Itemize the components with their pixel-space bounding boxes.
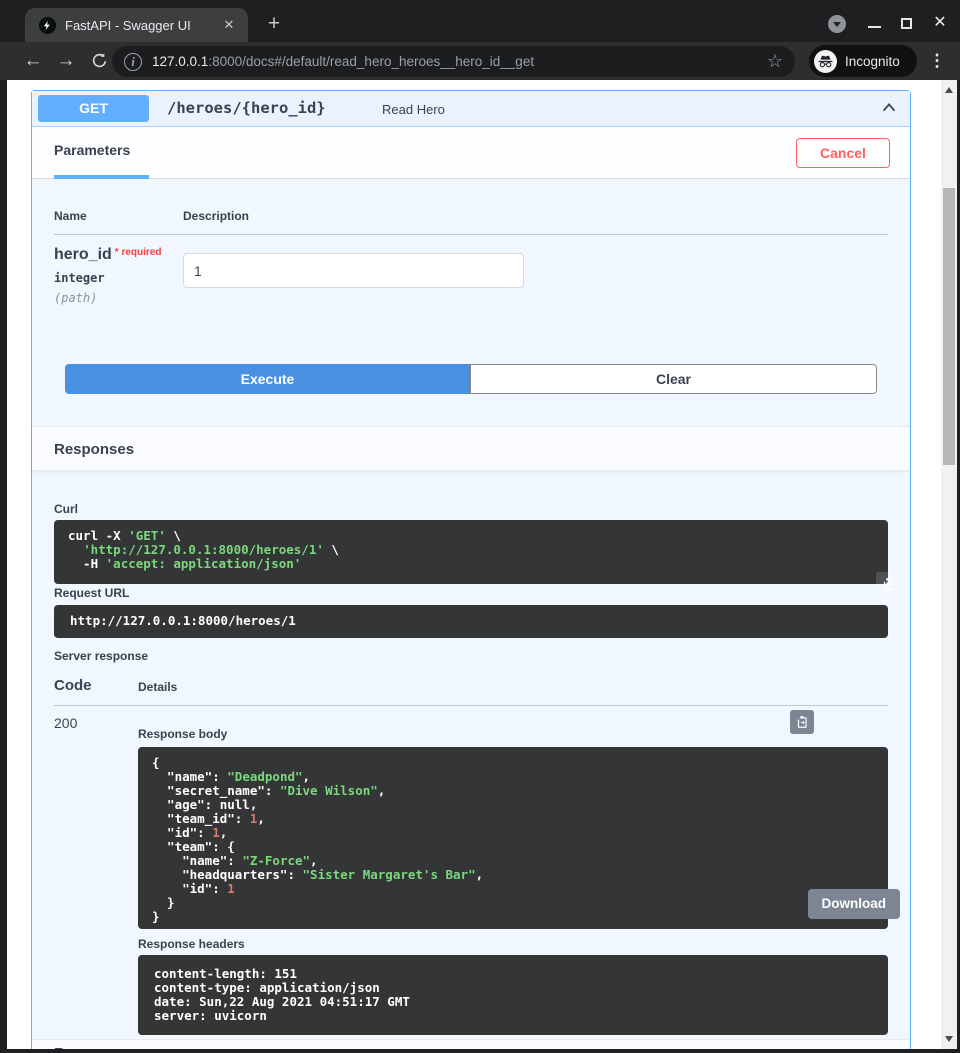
copy-response-button[interactable] <box>790 710 814 734</box>
scrollbar-thumb[interactable] <box>943 188 955 465</box>
execute-button[interactable]: Execute <box>65 364 470 394</box>
browser-tab[interactable]: FastAPI - Swagger UI ✕ <box>25 8 248 42</box>
code-column-header: Code <box>54 677 92 694</box>
tab-parameters[interactable]: Parameters <box>54 142 130 158</box>
required-flag: * required <box>115 247 162 258</box>
details-column-header: Details <box>138 680 177 694</box>
url-path: :8000/docs#/default/read_hero_heroes__he… <box>208 54 534 69</box>
url-text: 127.0.0.1:8000/docs#/default/read_hero_h… <box>152 54 759 69</box>
scroll-up-arrow-icon[interactable] <box>945 87 953 93</box>
responses-section-header: Responses <box>32 426 910 471</box>
request-url-label: Request URL <box>54 586 129 600</box>
curl-label: Curl <box>54 502 78 516</box>
responses-body: Curl curl -X 'GET' \ 'http://127.0.0.1:8… <box>32 471 910 1039</box>
http-method-badge: GET <box>38 95 149 122</box>
param-name-header: Name <box>54 209 87 223</box>
server-response-label: Server response <box>54 649 148 663</box>
forward-button[interactable]: → <box>53 48 79 74</box>
download-button[interactable]: Download <box>808 889 901 919</box>
response-body-label: Response body <box>138 727 227 741</box>
endpoint-summary: Read Hero <box>382 102 445 117</box>
collapse-chevron-icon[interactable] <box>880 99 898 122</box>
divider <box>54 234 888 235</box>
parameters-tab-row: Parameters Cancel <box>32 127 910 179</box>
minimize-button[interactable] <box>868 26 881 28</box>
tab-search-icon[interactable] <box>828 15 846 33</box>
response-table-header: Code Details <box>54 677 888 706</box>
fastapi-favicon-icon <box>39 17 56 34</box>
clear-button[interactable]: Clear <box>470 364 877 394</box>
param-description-header: Description <box>183 209 249 223</box>
bookmark-star-icon[interactable]: ☆ <box>767 51 783 72</box>
response-body-block: { "name": "Deadpond", "secret_name": "Di… <box>138 747 888 929</box>
curl-code-block: curl -X 'GET' \ 'http://127.0.0.1:8000/h… <box>54 520 888 584</box>
maximize-button[interactable] <box>901 18 912 29</box>
chevron-down-icon <box>833 22 841 27</box>
window-close-button[interactable]: ✕ <box>930 13 950 33</box>
browser-toolbar: ← → i 127.0.0.1:8000/docs#/default/read_… <box>0 42 960 80</box>
tab-close-icon[interactable]: ✕ <box>220 17 238 33</box>
page-info-icon[interactable]: i <box>124 53 142 71</box>
request-url-block: http://127.0.0.1:8000/heroes/1 <box>54 605 888 638</box>
param-location: (path) <box>54 291 97 305</box>
copy-curl-button[interactable] <box>876 572 900 596</box>
param-name: hero_id* required <box>54 246 161 264</box>
tab-strip: FastAPI - Swagger UI ✕ + ✕ <box>0 0 960 42</box>
new-tab-button[interactable]: + <box>260 10 288 38</box>
documented-responses-header: Responses <box>32 1039 910 1049</box>
responses-heading: Responses <box>54 441 134 458</box>
vertical-scrollbar[interactable] <box>941 80 957 1049</box>
scroll-down-arrow-icon[interactable] <box>945 1036 953 1042</box>
page-viewport: GET /heroes/{hero_id} Read Hero Paramete… <box>7 80 941 1049</box>
response-headers-block: content-length: 151content-type: applica… <box>138 955 888 1035</box>
endpoint-path: /heroes/{hero_id} <box>167 99 326 117</box>
browser-window: FastAPI - Swagger UI ✕ + ✕ ← → i 127.0.0… <box>0 0 960 1053</box>
response-headers-label: Response headers <box>138 937 245 951</box>
incognito-badge: Incognito <box>809 45 917 77</box>
incognito-label: Incognito <box>845 54 900 69</box>
back-button[interactable]: ← <box>20 48 46 74</box>
tab-title: FastAPI - Swagger UI <box>65 18 220 33</box>
param-type: integer <box>54 271 105 285</box>
documented-responses-heading: Responses <box>54 1045 134 1049</box>
opblock-summary[interactable]: GET /heroes/{hero_id} Read Hero <box>32 91 910 127</box>
cancel-button[interactable]: Cancel <box>796 138 890 168</box>
opblock-get-hero: GET /heroes/{hero_id} Read Hero Paramete… <box>31 90 911 1049</box>
execute-row: Execute Clear <box>65 364 877 394</box>
hero-id-input[interactable] <box>183 253 524 288</box>
incognito-icon <box>814 50 837 73</box>
reload-button[interactable] <box>86 48 112 74</box>
url-bar[interactable]: i 127.0.0.1:8000/docs#/default/read_hero… <box>112 46 795 77</box>
parameters-section: Name Description hero_id* required integ… <box>32 179 910 426</box>
browser-menu-icon[interactable]: ⋮ <box>925 49 949 73</box>
url-host: 127.0.0.1 <box>152 54 208 69</box>
status-code: 200 <box>54 715 77 731</box>
